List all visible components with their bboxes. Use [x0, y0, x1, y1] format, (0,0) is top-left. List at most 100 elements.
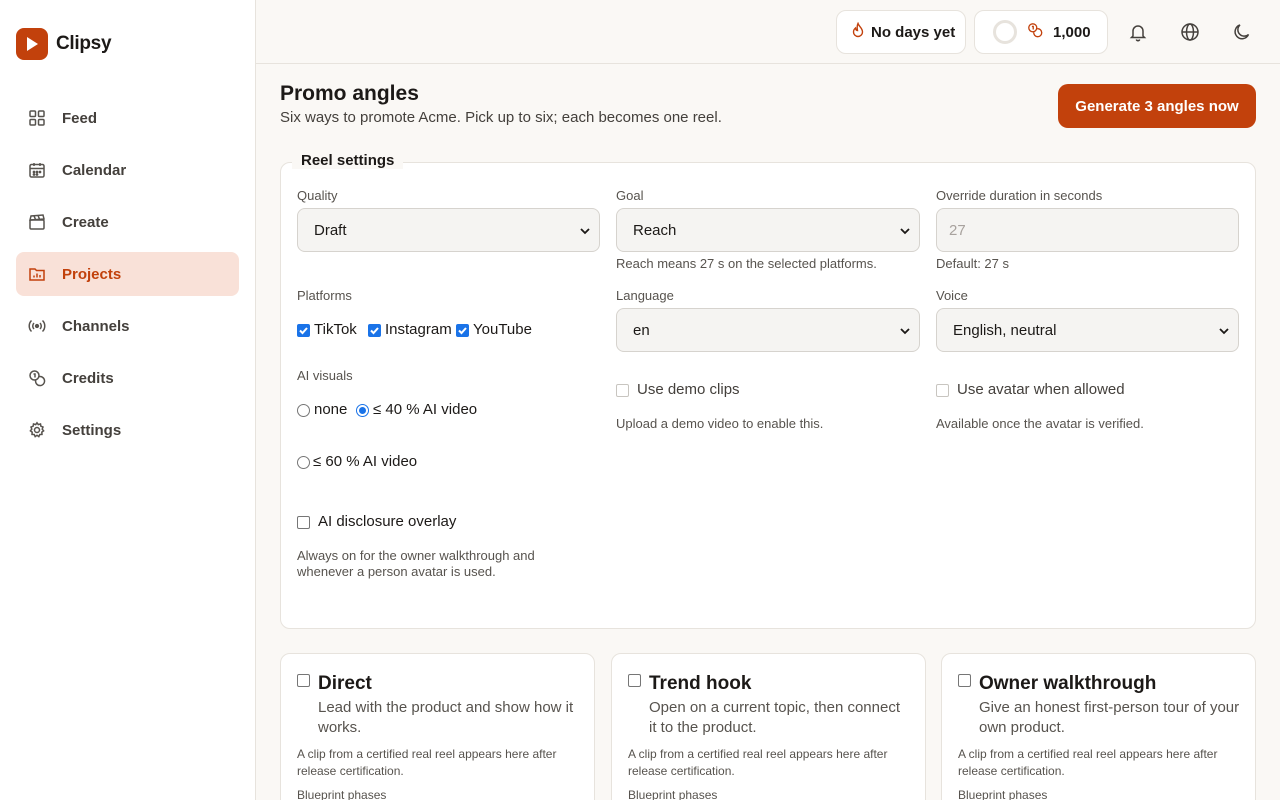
goal-help: Reach means 27 s on the selected platfor…	[616, 256, 877, 271]
sidebar-item-label: Projects	[62, 265, 122, 283]
demo-clips-label[interactable]: Use demo clips	[637, 381, 740, 398]
language-value: en	[633, 321, 650, 339]
quality-label: Quality	[297, 188, 338, 203]
sidebar-nav: Feed Calendar Create Projects Channels C…	[16, 96, 239, 460]
credits-pill[interactable]: 1,000	[974, 10, 1108, 54]
sidebar-item-label: Create	[62, 213, 109, 231]
voice-select[interactable]: English, neutral	[936, 308, 1239, 352]
goal-select[interactable]: Reach	[616, 208, 920, 252]
page-subtitle: Six ways to promote Acme. Pick up to six…	[280, 109, 722, 126]
quality-value: Draft	[314, 221, 347, 239]
coins-icon	[1027, 22, 1043, 42]
ai-visuals-60-label[interactable]: ≤ 60 % AI video	[313, 453, 417, 470]
ai-visuals-60-radio[interactable]	[297, 456, 310, 469]
duration-input[interactable]: 27	[936, 208, 1239, 252]
folder-chart-icon	[28, 265, 46, 283]
clapperboard-icon	[28, 213, 46, 231]
chevron-down-icon	[899, 224, 911, 241]
demo-clips-checkbox[interactable]	[616, 384, 629, 397]
angle-checkbox-owner-walkthrough[interactable]	[958, 674, 971, 687]
gear-icon	[28, 421, 46, 439]
sidebar-item-calendar[interactable]: Calendar	[16, 148, 239, 192]
play-logo-icon	[16, 28, 48, 60]
voice-label: Voice	[936, 288, 968, 303]
credits-value: 1,000	[1053, 23, 1091, 41]
angle-title: Owner walkthrough	[979, 673, 1157, 694]
tiktok-label[interactable]: TikTok	[314, 321, 357, 338]
ai-disclosure-help: Always on for the owner walkthrough and …	[297, 548, 535, 579]
language-select[interactable]: en	[616, 308, 920, 352]
angle-phase-label: Blueprint phases	[628, 788, 718, 800]
platforms-label: Platforms	[297, 288, 352, 303]
calendar-icon	[28, 161, 46, 179]
bell-icon[interactable]	[1126, 20, 1150, 44]
ai-visuals-40-label[interactable]: ≤ 40 % AI video	[373, 401, 477, 418]
grid-icon	[28, 109, 46, 127]
sidebar-item-label: Feed	[62, 109, 98, 127]
voice-value: English, neutral	[953, 321, 1057, 339]
duration-help: Default: 27 s	[936, 256, 1009, 271]
angle-note: A clip from a certified real reel appear…	[297, 747, 557, 778]
reel-settings-legend: Reel settings	[292, 152, 404, 169]
page-title: Promo angles	[280, 82, 419, 105]
brand[interactable]: Clipsy	[16, 28, 112, 60]
youtube-checkbox[interactable]	[456, 324, 469, 337]
ai-disclosure-label[interactable]: AI disclosure overlay	[318, 513, 456, 530]
angle-phase-label: Blueprint phases	[958, 788, 1048, 800]
angle-note: A clip from a certified real reel appear…	[958, 747, 1218, 778]
ai-disclosure-checkbox[interactable]	[297, 516, 310, 529]
avatar-help: Available once the avatar is verified.	[936, 416, 1144, 431]
coins-icon	[28, 369, 46, 387]
ai-visuals-40-radio[interactable]	[356, 404, 369, 417]
tiktok-checkbox[interactable]	[297, 324, 310, 337]
sidebar-item-create[interactable]: Create	[16, 200, 239, 244]
ai-visuals-none-label[interactable]: none	[314, 401, 347, 418]
duration-label: Override duration in seconds	[936, 188, 1103, 203]
instagram-checkbox[interactable]	[368, 324, 381, 337]
angle-phase-label: Blueprint phases	[297, 788, 387, 800]
globe-icon[interactable]	[1178, 20, 1202, 44]
sidebar-item-feed[interactable]: Feed	[16, 96, 239, 140]
topbar: No days yet 1,000	[256, 0, 1280, 64]
angle-description: Give an honest first-person tour of your…	[979, 699, 1240, 736]
sidebar-item-credits[interactable]: Credits	[16, 356, 239, 400]
sidebar-item-label: Credits	[62, 369, 114, 387]
streak-label: No days yet	[871, 23, 956, 41]
streak-pill[interactable]: No days yet	[836, 10, 966, 54]
sidebar-item-channels[interactable]: Channels	[16, 304, 239, 348]
ai-visuals-label: AI visuals	[297, 368, 353, 383]
app-name: Clipsy	[56, 33, 112, 54]
progress-ring	[993, 20, 1017, 44]
angle-checkbox-direct[interactable]	[297, 674, 310, 687]
sidebar-item-label: Channels	[62, 317, 130, 335]
sidebar-item-label: Settings	[62, 421, 122, 439]
angle-note: A clip from a certified real reel appear…	[628, 747, 888, 778]
ai-visuals-none-radio[interactable]	[297, 404, 310, 417]
chevron-down-icon	[579, 224, 591, 241]
chevron-down-icon	[1218, 324, 1230, 341]
instagram-label[interactable]: Instagram	[385, 321, 452, 338]
angle-description: Lead with the product and show how it wo…	[318, 699, 574, 736]
angle-title: Direct	[318, 673, 372, 694]
demo-clips-help: Upload a demo video to enable this.	[616, 416, 824, 431]
sidebar-item-label: Calendar	[62, 161, 127, 179]
avatar-checkbox[interactable]	[936, 384, 949, 397]
flame-icon	[851, 21, 865, 42]
goal-label: Goal	[616, 188, 644, 203]
youtube-label[interactable]: YouTube	[473, 321, 532, 338]
broadcast-icon	[28, 317, 46, 335]
sidebar-item-settings[interactable]: Settings	[16, 408, 239, 452]
sidebar-item-projects[interactable]: Projects	[16, 252, 239, 296]
angle-description: Open on a current topic, then connect it…	[649, 699, 900, 736]
generate-angles-button[interactable]: Generate 3 angles now	[1058, 84, 1256, 128]
sidebar: Clipsy Feed Calendar Create Projects Cha…	[0, 0, 256, 800]
angle-title: Trend hook	[649, 673, 752, 694]
chevron-down-icon	[899, 324, 911, 341]
language-label: Language	[616, 288, 674, 303]
quality-select[interactable]: Draft	[297, 208, 600, 252]
moon-icon[interactable]	[1230, 20, 1254, 44]
duration-placeholder: 27	[949, 221, 966, 239]
avatar-label[interactable]: Use avatar when allowed	[957, 381, 1125, 398]
goal-value: Reach	[633, 221, 677, 239]
angle-checkbox-trend-hook[interactable]	[628, 674, 641, 687]
